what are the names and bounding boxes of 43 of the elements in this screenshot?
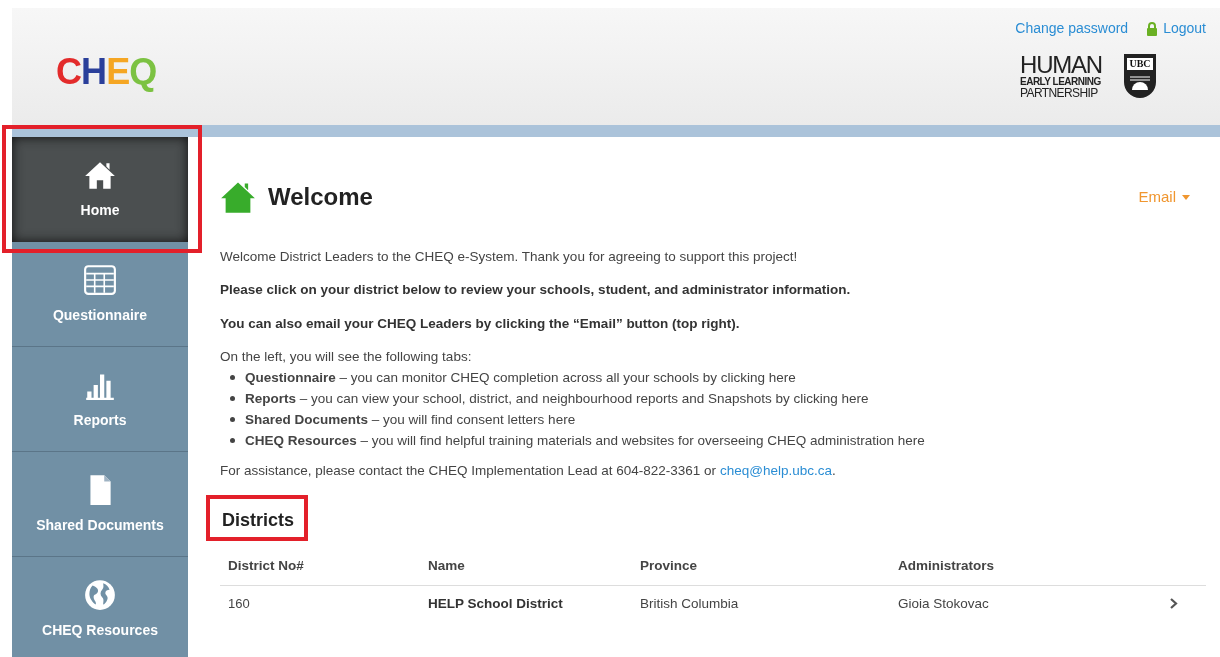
- globe-icon: [83, 577, 117, 612]
- logo-letter: C: [56, 49, 82, 94]
- list-item: Reports – you can view your school, district, and neighbourhood reports and Snapshots by clicking here: [245, 390, 869, 408]
- paragraph: Welcome District Leaders to the CHEQ e-System. Thank you for agreeing to support this project!: [220, 248, 799, 266]
- column-header: Name: [420, 548, 632, 585]
- table-cell: 160: [220, 585, 420, 622]
- bullet-icon: [230, 417, 235, 422]
- list-item: CHEQ Resources – you will find helpful training materials and websites for overseeing CHEQ administration here: [245, 432, 925, 450]
- partner-logo-text: HUMAN: [1020, 53, 1102, 77]
- sun-icon: [1130, 74, 1150, 92]
- column-header: Province: [632, 548, 890, 585]
- logo-letter: H: [81, 49, 107, 94]
- sidebar-tab[interactable]: Home: [12, 137, 188, 242]
- change-password-link[interactable]: Change password: [1015, 18, 1129, 39]
- paragraph: On the left, you will see the following tabs:: [220, 347, 473, 366]
- page-title: Welcome: [268, 182, 373, 212]
- bullet-icon: [230, 396, 235, 401]
- table-icon: [83, 262, 117, 297]
- punctuation: .: [832, 462, 836, 480]
- list-item: Shared Documents – you will find consent letters here: [245, 411, 576, 429]
- crest-text: UBC: [1127, 58, 1153, 70]
- paragraph: For assistance, please contact the CHEQ Implementation Lead at 604-822-3361 or: [220, 462, 717, 480]
- bullet-icon: [230, 438, 235, 443]
- table-cell: HELP School District: [420, 585, 632, 622]
- paragraph: You can also email your CHEQ Leaders by clicking the “Email” button (top right).: [220, 314, 741, 333]
- lock-icon: [1146, 21, 1159, 36]
- caret-icon: [1182, 194, 1190, 200]
- paragraph: Please click on your district below to review your schools, student, and administrator information.: [220, 281, 852, 300]
- table-cell: British Columbia: [632, 585, 890, 622]
- column-header: Administrators: [890, 548, 1146, 585]
- list-item: Questionnaire – you can monitor CHEQ completion across all your schools by clicking here: [245, 369, 796, 387]
- section-title: Districts: [222, 510, 295, 531]
- logout-link[interactable]: Logout: [1146, 18, 1206, 39]
- partner-logo-text: EARLY LEARNING: [1020, 77, 1102, 87]
- column-header: District No#: [220, 548, 420, 585]
- bullet-icon: [230, 375, 235, 380]
- chevron-right-icon: [1170, 598, 1178, 610]
- email-dropdown[interactable]: Email: [1138, 185, 1190, 209]
- logo-letter: Q: [129, 49, 157, 94]
- table-cell: Gioia Stokovac: [890, 585, 1146, 622]
- table-row[interactable]: 160 HELP School District British Columbia Gioia Stokovac: [220, 585, 1206, 622]
- logo-letter: E: [106, 49, 130, 94]
- partner-logo-text: PARTNERSHIP: [1020, 87, 1099, 99]
